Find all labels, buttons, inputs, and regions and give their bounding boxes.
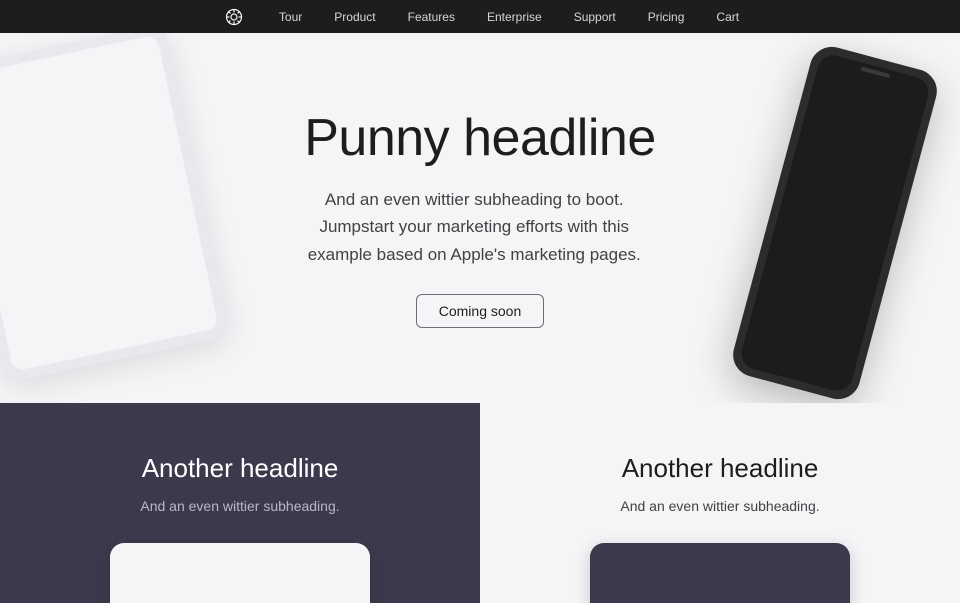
device-left-tablet xyxy=(0,33,231,383)
section-left-card-preview xyxy=(110,543,370,603)
section-right-card-preview xyxy=(590,543,850,603)
section-right: Another headline And an even wittier sub… xyxy=(480,403,960,603)
main-nav: Tour Product Features Enterprise Support… xyxy=(0,0,960,33)
hero-cta-button[interactable]: Coming soon xyxy=(416,294,545,328)
section-left: Another headline And an even wittier sub… xyxy=(0,403,480,603)
section-right-headline: Another headline xyxy=(622,453,819,484)
nav-item-features[interactable]: Features xyxy=(392,0,471,33)
section-left-subheading: And an even wittier subheading. xyxy=(140,496,339,517)
section-left-headline: Another headline xyxy=(142,453,339,484)
nav-item-cart[interactable]: Cart xyxy=(700,0,755,33)
hero-title: Punny headline xyxy=(304,108,656,168)
nav-item-support[interactable]: Support xyxy=(558,0,632,33)
section-right-subheading: And an even wittier subheading. xyxy=(620,496,819,517)
bottom-sections: Another headline And an even wittier sub… xyxy=(0,403,960,603)
nav-item-tour[interactable]: Tour xyxy=(263,0,318,33)
hero-subtitle: And an even wittier subheading to boot. … xyxy=(304,186,644,268)
nav-item-pricing[interactable]: Pricing xyxy=(632,0,701,33)
nav-item-enterprise[interactable]: Enterprise xyxy=(471,0,558,33)
nav-logo[interactable] xyxy=(205,8,263,26)
device-right-phone xyxy=(728,42,942,403)
hero-section: Punny headline And an even wittier subhe… xyxy=(0,33,960,403)
nav-item-product[interactable]: Product xyxy=(318,0,391,33)
